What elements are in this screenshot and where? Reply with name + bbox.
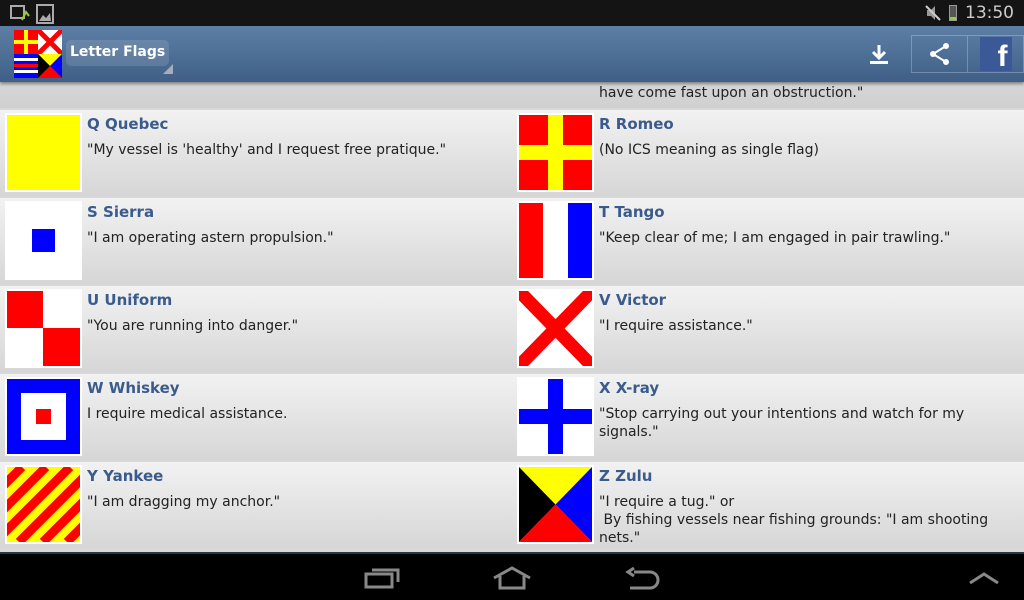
table-row: U Uniform "You are running into danger."… [0, 286, 1024, 372]
flag-name: Y Yankee [87, 467, 164, 485]
flag-name: Z Zulu [599, 467, 653, 485]
list-item-flag-t[interactable]: T Tango "Keep clear of me; I am engaged … [512, 198, 1024, 284]
flag-t-image [517, 201, 594, 280]
flag-meaning: "My vessel is 'healthy' and I request fr… [87, 142, 447, 158]
flag-name: X X-ray [599, 379, 660, 397]
flag-meaning: "Stop carrying out your intentions and w… [599, 406, 969, 440]
list-item-flag-r[interactable]: R Romeo (No ICS meaning as single flag) [512, 110, 1024, 196]
share-icon [929, 43, 949, 65]
table-row: Y Yankee "I am dragging my anchor." Z Zu… [0, 462, 1024, 548]
flag-q-image [5, 113, 82, 192]
home-icon [493, 566, 531, 590]
flag-name: V Victor [599, 291, 667, 309]
flag-s-image [5, 201, 82, 280]
list-item-flag-q[interactable]: Q Quebec "My vessel is 'healthy' and I r… [0, 110, 512, 196]
table-row: Q Quebec "My vessel is 'healthy' and I r… [0, 110, 1024, 196]
navigation-bar [0, 552, 1024, 600]
download-icon [870, 45, 888, 64]
table-row: W Whiskey I require medical assistance. … [0, 374, 1024, 460]
flag-name: U Uniform [87, 291, 173, 309]
back-button[interactable] [624, 566, 660, 596]
clock: 13:50 [965, 3, 1014, 23]
list-item-flag-z[interactable]: Z Zulu "I require a tug." or By fishing … [512, 462, 1024, 548]
recent-apps-button[interactable] [364, 566, 400, 594]
flag-v-image [517, 289, 594, 368]
flag-list[interactable]: At sea it may be used by fishing vessels… [0, 26, 1024, 552]
flag-meaning: "I am operating astern propulsion." [87, 230, 334, 246]
app-logo [14, 30, 62, 78]
flag-meaning: "Keep clear of me; I am engaged in pair … [599, 230, 951, 246]
battery-icon [949, 5, 957, 21]
dropdown-caret-icon [163, 64, 173, 74]
flag-name: R Romeo [599, 115, 674, 133]
home-button[interactable] [492, 566, 532, 594]
flag-name: Q Quebec [87, 115, 169, 133]
flag-meaning: "You are running into danger." [87, 318, 299, 334]
flag-name: W Whiskey [87, 379, 180, 397]
flag-y-image [5, 465, 82, 544]
list-item-flag-s[interactable]: S Sierra "I am operating astern propulsi… [0, 198, 512, 284]
flag-r-image [517, 113, 594, 192]
menu-button[interactable] [968, 570, 1000, 589]
gallery-icon [36, 4, 54, 24]
flag-name: S Sierra [87, 203, 155, 221]
list-item-flag-w[interactable]: W Whiskey I require medical assistance. [0, 374, 512, 460]
recent-apps-icon [364, 568, 400, 589]
back-icon [625, 566, 660, 590]
flag-meaning: "I am dragging my anchor." [87, 494, 281, 510]
list-item-flag-y[interactable]: Y Yankee "I am dragging my anchor." [0, 462, 512, 548]
flag-x-image [517, 377, 594, 456]
share-button[interactable] [911, 35, 967, 73]
flag-z-image [517, 465, 594, 544]
app-title-spinner[interactable]: Letter Flags [66, 40, 170, 66]
flag-name: T Tango [599, 203, 665, 221]
list-item-flag-v[interactable]: V Victor "I require assistance." [512, 286, 1024, 372]
flag-meaning: (No ICS meaning as single flag) [599, 142, 819, 158]
action-bar: Letter Flags f [0, 26, 1024, 82]
list-item-flag-x[interactable]: X X-ray "Stop carrying out your intentio… [512, 374, 1024, 460]
flag-w-image [5, 377, 82, 456]
flag-meaning: "I require assistance." [599, 318, 753, 334]
flag-u-image [5, 289, 82, 368]
status-bar: 13:50 [0, 0, 1024, 26]
menu-up-icon [969, 572, 999, 585]
table-row: S Sierra "I am operating astern propulsi… [0, 198, 1024, 284]
screen-rotate-icon [10, 5, 30, 21]
facebook-button[interactable]: f [967, 35, 1024, 73]
flag-meaning: "I require a tug." or By fishing vessels… [599, 494, 989, 546]
download-button[interactable] [856, 30, 902, 78]
list-item-flag-u[interactable]: U Uniform "You are running into danger." [0, 286, 512, 372]
mute-icon [925, 5, 941, 21]
facebook-icon: f [979, 37, 1012, 71]
flag-meaning: I require medical assistance. [87, 406, 288, 422]
